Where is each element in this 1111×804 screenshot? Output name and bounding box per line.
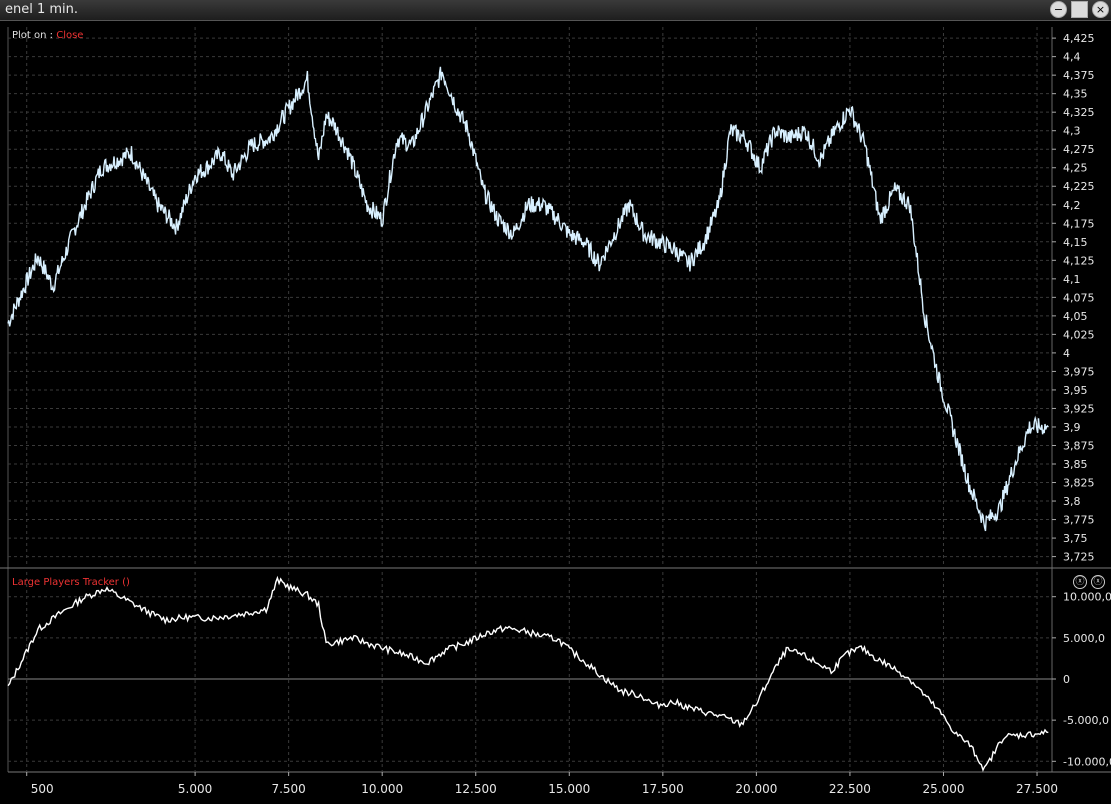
price-tick-label: 4,175	[1063, 217, 1095, 230]
price-tick-label: 4,35	[1063, 88, 1088, 101]
price-tick-label: 4,425	[1063, 32, 1095, 45]
price-tick-label: 4,1	[1063, 273, 1081, 286]
x-tick-label: 7.500	[271, 782, 305, 796]
close-button[interactable]: ×	[1092, 1, 1109, 18]
chart-canvas[interactable]: 4,425 4,4 4,375 4,35 4,325 4,3 4,275 4,25 4,225 4…	[0, 21, 1111, 804]
indicator-settings-icon[interactable]: ⓧ	[1073, 575, 1087, 589]
price-tick-label: 3,95	[1063, 384, 1088, 397]
x-tick-label: 20.000	[735, 782, 777, 796]
price-tick-label: 4,275	[1063, 143, 1095, 156]
price-tick-label: 4,075	[1063, 291, 1095, 304]
x-tick-label: 5.000	[178, 782, 212, 796]
price-tick-label: 3,8	[1063, 495, 1081, 508]
price-tick-label: 4,25	[1063, 162, 1088, 175]
minimize-button[interactable]: −	[1050, 1, 1067, 18]
maximize-button[interactable]	[1071, 1, 1088, 18]
indicator-tick-label: 0	[1063, 673, 1070, 686]
price-tick-label: 3,75	[1063, 532, 1088, 545]
price-tick-label: 3,825	[1063, 477, 1095, 490]
price-tick-label: 3,9	[1063, 421, 1081, 434]
price-tick-label: 4,2	[1063, 199, 1081, 212]
indicator-tick-label: -10.000,0	[1063, 755, 1111, 768]
price-tick-label: 4,05	[1063, 310, 1088, 323]
price-tick-label: 4,225	[1063, 180, 1095, 193]
price-tick-label: 4,025	[1063, 328, 1095, 341]
price-tick-label: 4,3	[1063, 125, 1081, 138]
x-tick-label: 25.000	[922, 782, 964, 796]
x-tick-label: 17.500	[642, 782, 684, 796]
indicator-tick-label: 10.000,0	[1063, 591, 1111, 604]
price-tick-label: 4,4	[1063, 51, 1081, 64]
price-tick-label: 3,85	[1063, 458, 1088, 471]
chart-background	[0, 21, 1111, 804]
window-title: enel 1 min.	[5, 2, 79, 17]
price-tick-label: 4,375	[1063, 69, 1095, 82]
plot-on-text: Plot on :	[12, 30, 54, 41]
price-tick-label: 4	[1063, 347, 1070, 360]
price-tick-label: 3,925	[1063, 402, 1095, 415]
price-tick-label: 3,775	[1063, 514, 1095, 527]
price-tick-label: 4,125	[1063, 254, 1095, 267]
window-titlebar: enel 1 min. − ×	[0, 0, 1111, 21]
price-tick-label: 3,975	[1063, 365, 1095, 378]
x-tick-label: 10.000	[361, 782, 403, 796]
x-tick-label: 12.500	[455, 782, 497, 796]
plot-on-value[interactable]: Close	[56, 30, 83, 41]
price-tick-label: 3,875	[1063, 439, 1095, 452]
indicator-tick-label: -5.000,0	[1063, 714, 1109, 727]
price-tick-label: 4,325	[1063, 106, 1095, 119]
indicator-title: Large Players Tracker ()	[12, 577, 130, 588]
x-tick-label: 500	[31, 782, 54, 796]
indicator-close-icon[interactable]: ⓧ	[1091, 575, 1105, 589]
indicator-tick-label: 5.000,0	[1063, 632, 1105, 645]
price-tick-label: 3,725	[1063, 551, 1095, 564]
x-tick-label: 15.000	[548, 782, 590, 796]
price-tick-label: 4,15	[1063, 236, 1088, 249]
x-tick-label: 27.500	[1016, 782, 1058, 796]
plot-on-label: Plot on : Close	[12, 30, 83, 41]
x-tick-label: 22.500	[829, 782, 871, 796]
